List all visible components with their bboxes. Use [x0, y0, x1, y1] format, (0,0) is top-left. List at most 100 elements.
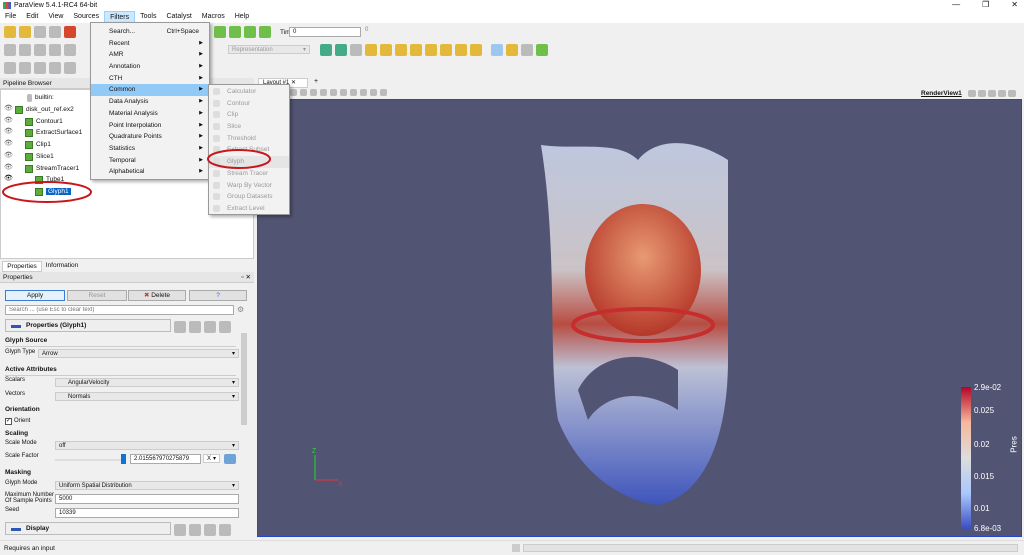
visibility-eye-icon[interactable]: 👁 — [4, 139, 13, 147]
reset-range-icon[interactable] — [224, 454, 236, 464]
visibility-eye-icon[interactable]: 👁 — [4, 104, 13, 112]
slice-tool-icon[interactable] — [49, 44, 61, 56]
view-tool-icon[interactable] — [350, 89, 357, 96]
submenu-item-slice[interactable]: Slice — [209, 121, 289, 133]
scale-axis-dropdown[interactable]: X — [203, 454, 220, 463]
copy-icon[interactable] — [174, 321, 186, 333]
zoom-to-data-icon[interactable] — [335, 44, 347, 56]
menu-view[interactable]: View — [43, 11, 68, 23]
paste-icon[interactable] — [189, 321, 201, 333]
close-view-icon[interactable] — [1008, 90, 1016, 97]
view-tool-icon[interactable] — [380, 89, 387, 96]
submenu-item-extract-level[interactable]: Extract Level — [209, 203, 289, 215]
pipeline-node-slice1[interactable]: Slice1 — [25, 151, 54, 162]
reset-center-icon[interactable] — [536, 44, 548, 56]
loop-icon[interactable] — [259, 26, 271, 38]
close-panel-icon[interactable]: ▫ ✕ — [241, 272, 251, 283]
open-recent-icon[interactable] — [19, 26, 31, 38]
glyph-type-dropdown[interactable]: Arrow — [38, 349, 239, 358]
select-cells-icon[interactable] — [19, 62, 31, 74]
submenu-item-contour[interactable]: Contour — [209, 98, 289, 110]
menu-item-point-interpolation[interactable]: Point Interpolation ▶ — [91, 120, 209, 132]
view-tool-icon[interactable] — [300, 89, 307, 96]
tab-information[interactable]: Information — [42, 261, 82, 272]
maximize-view-icon[interactable] — [988, 90, 996, 97]
vectors-dropdown[interactable]: Normals — [55, 392, 239, 401]
pipeline-node-extractsurface1[interactable]: ExtractSurface1 — [25, 127, 82, 138]
view-tool-icon[interactable] — [370, 89, 377, 96]
view-plus-x-icon[interactable] — [365, 44, 377, 56]
scale-factor-slider-track[interactable] — [55, 459, 123, 461]
representation-dropdown[interactable]: Representation — [228, 45, 310, 54]
tab-properties[interactable]: Properties — [2, 261, 42, 272]
select-points-icon[interactable] — [34, 62, 46, 74]
close-button[interactable]: ✕ — [1011, 0, 1018, 9]
display-group-header[interactable]: Display — [5, 522, 171, 535]
view-tool-icon[interactable] — [290, 89, 297, 96]
contour-tool-icon[interactable] — [19, 44, 31, 56]
properties-group-header[interactable]: Properties (Glyph1) — [5, 319, 171, 332]
spreadsheet-icon[interactable] — [4, 62, 16, 74]
pipeline-node-contour1[interactable]: Contour1 — [25, 116, 63, 127]
add-layout-button[interactable]: + — [314, 78, 318, 85]
rotate-cw-icon[interactable] — [455, 44, 467, 56]
submenu-item-clip[interactable]: Clip — [209, 109, 289, 121]
view-tool-icon[interactable] — [310, 89, 317, 96]
render-view[interactable]: ZX Pres — [257, 99, 1022, 537]
delete-button[interactable]: ✖ Delete — [128, 290, 186, 301]
menu-item-statistics[interactable]: Statistics ▶ — [91, 143, 209, 155]
advanced-gear-icon[interactable]: ⚙ — [237, 305, 244, 314]
submenu-item-warp-by-vector[interactable]: Warp By Vector — [209, 180, 289, 192]
center-axes-icon[interactable] — [506, 44, 518, 56]
scale-factor-slider-handle[interactable] — [121, 454, 126, 464]
restore-icon[interactable] — [204, 524, 216, 536]
view-minus-x-icon[interactable] — [380, 44, 392, 56]
menu-item-amr[interactable]: AMR ▶ — [91, 49, 209, 61]
view-plus-z-icon[interactable] — [425, 44, 437, 56]
scalars-dropdown[interactable]: AngularVelocity — [55, 378, 239, 387]
scale-factor-input[interactable]: 2.015567970275879 — [130, 454, 201, 464]
menu-edit[interactable]: Edit — [21, 11, 43, 23]
pick-center-icon[interactable] — [521, 44, 533, 56]
zoom-box-icon[interactable] — [350, 44, 362, 56]
seed-input[interactable]: 10339 — [55, 508, 239, 518]
copy-icon[interactable] — [174, 524, 186, 536]
undock-view-icon[interactable] — [998, 90, 1006, 97]
submenu-item-threshold[interactable]: Threshold — [209, 133, 289, 145]
menu-item-alphabetical[interactable]: Alphabetical ▶ — [91, 166, 209, 178]
select-frustum-icon[interactable] — [49, 62, 61, 74]
menu-item-recent[interactable]: Recent ▶ — [91, 38, 209, 50]
properties-scrollbar[interactable] — [241, 333, 247, 425]
time-input[interactable]: 0 — [289, 27, 361, 37]
save-state-icon[interactable] — [49, 26, 61, 38]
pipeline-node-builtin[interactable]: builtin: — [27, 92, 54, 103]
view-minus-y-icon[interactable] — [410, 44, 422, 56]
play-icon[interactable] — [214, 26, 226, 38]
view-tool-icon[interactable] — [320, 89, 327, 96]
menu-item-common[interactable]: Common ▶ — [91, 84, 209, 97]
menu-help[interactable]: Help — [230, 11, 254, 23]
apply-button[interactable]: Apply — [5, 290, 65, 301]
properties-search-input[interactable] — [5, 305, 234, 315]
scale-mode-dropdown[interactable]: off — [55, 441, 239, 450]
view-plus-y-icon[interactable] — [395, 44, 407, 56]
open-icon[interactable] — [4, 26, 16, 38]
orient-checkbox[interactable]: ✓ — [5, 418, 12, 425]
menu-file[interactable]: File — [0, 11, 21, 23]
menu-item-temporal[interactable]: Temporal ▶ — [91, 155, 209, 167]
menu-item-quadrature-points[interactable]: Quadrature Points ▶ — [91, 131, 209, 143]
submenu-item-group-datasets[interactable]: Group Datasets — [209, 191, 289, 203]
time-index-spinner[interactable]: 0 — [365, 27, 381, 33]
threshold-tool-icon[interactable] — [64, 44, 76, 56]
menu-item-data-analysis[interactable]: Data Analysis ▶ — [91, 96, 209, 108]
pipeline-node-clip1[interactable]: Clip1 — [25, 139, 51, 150]
view-tool-icon[interactable] — [330, 89, 337, 96]
save-default-icon[interactable] — [219, 321, 231, 333]
menu-item-material-analysis[interactable]: Material Analysis ▶ — [91, 108, 209, 120]
save-data-icon[interactable] — [34, 26, 46, 38]
glyph-mode-dropdown[interactable]: Uniform Spatial Distribution — [55, 481, 239, 490]
view-minus-z-icon[interactable] — [440, 44, 452, 56]
restore-icon[interactable] — [204, 321, 216, 333]
undo-icon[interactable] — [64, 26, 76, 38]
view-tool-icon[interactable] — [360, 89, 367, 96]
